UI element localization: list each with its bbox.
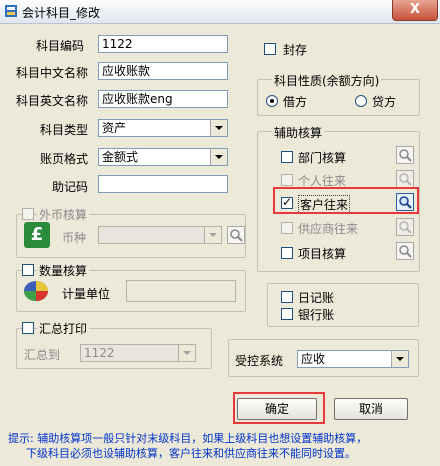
mnemonic-label: 助记码	[52, 180, 89, 194]
close-button[interactable]: X	[392, 0, 438, 21]
foreign-checkbox[interactable]	[22, 208, 34, 220]
summary-to-value: 1122	[84, 346, 115, 360]
code-label: 科目编码	[36, 39, 85, 53]
cn-name-label: 科目中文名称	[16, 66, 89, 80]
magnifier-icon	[399, 221, 412, 234]
currency-label: 币种	[62, 231, 87, 245]
quantity-icon	[24, 281, 48, 301]
mnemonic-input[interactable]	[98, 175, 228, 193]
debit-radio[interactable]	[266, 95, 278, 107]
magnifier-icon	[399, 245, 412, 258]
nature-group-title: 科目性质(余额方向)	[272, 72, 382, 89]
controlled-value: 应收	[301, 352, 326, 366]
quantity-checkbox[interactable]	[22, 264, 34, 276]
quantity-title: 数量核算	[37, 262, 90, 279]
code-input[interactable]: 1122	[98, 35, 228, 53]
magnifier-icon	[399, 173, 412, 186]
credit-radio[interactable]	[355, 95, 367, 107]
chevron-down-icon[interactable]	[210, 120, 227, 136]
aux-project-label: 项目核算	[298, 247, 347, 261]
journal-label: 日记账	[298, 291, 335, 305]
close-icon: X	[409, 2, 421, 17]
aux-project-checkbox[interactable]	[281, 247, 293, 259]
currency-icon: £	[24, 222, 50, 248]
aux-supplier-lookup-button[interactable]	[396, 218, 414, 236]
en-name-label: 科目英文名称	[16, 94, 89, 108]
aux-supplier-label: 供应商往来	[298, 222, 359, 236]
bank-checkbox[interactable]	[281, 308, 293, 320]
aux-personal-checkbox[interactable]	[281, 174, 293, 186]
currency-select[interactable]	[98, 226, 222, 244]
aux-dept-lookup-button[interactable]	[396, 146, 414, 164]
aux-supplier-checkbox[interactable]	[281, 222, 293, 234]
summary-to-label: 汇总到	[24, 348, 61, 362]
sealed-label: 封存	[283, 43, 308, 57]
aux-dept-checkbox[interactable]	[281, 151, 293, 163]
aux-group-title: 辅助核算	[272, 124, 325, 141]
type-select[interactable]: 资产	[98, 119, 228, 137]
cn-name-input[interactable]: 应收账款	[98, 62, 228, 80]
currency-lookup-button[interactable]	[227, 226, 245, 244]
type-label: 科目类型	[40, 123, 89, 137]
chevron-down-icon[interactable]	[204, 227, 221, 243]
chevron-down-icon[interactable]	[178, 345, 195, 361]
controlled-select[interactable]: 应收	[297, 350, 409, 368]
en-name-input[interactable]: 应收账款eng	[98, 90, 228, 108]
chevron-down-icon[interactable]	[391, 351, 408, 367]
foreign-title: 外币核算	[37, 206, 90, 223]
unit-input[interactable]	[126, 280, 236, 302]
bank-label: 银行账	[298, 308, 335, 322]
tip-line-2: 下级科目必须也设辅助核算，客户往来和供应商往来不能同时设置。	[26, 447, 356, 460]
app-icon	[5, 5, 17, 17]
page-format-label: 账页格式	[40, 152, 89, 166]
magnifier-icon	[399, 149, 412, 162]
tip-line-1: 提示: 辅助核算项一般只针对末级科目，如果上级科目也想设置辅助核算，	[8, 432, 368, 445]
unit-label: 计量单位	[62, 287, 111, 301]
sealed-checkbox[interactable]	[264, 43, 276, 55]
type-value: 资产	[102, 121, 127, 135]
journal-checkbox[interactable]	[281, 291, 293, 303]
controlled-label: 受控系统	[235, 354, 284, 368]
aux-personal-lookup-button[interactable]	[396, 170, 414, 188]
books-group	[267, 283, 419, 327]
credit-label: 贷方	[372, 95, 397, 109]
customer-highlight-box	[273, 187, 419, 214]
page-format-value: 金额式	[102, 150, 139, 164]
cancel-button[interactable]: 取消	[334, 398, 408, 420]
page-format-select[interactable]: 金额式	[98, 148, 228, 166]
aux-dept-label: 部门核算	[298, 151, 347, 165]
summary-checkbox[interactable]	[22, 322, 34, 334]
summary-title: 汇总打印	[37, 320, 90, 337]
title-bar: 会计科目_修改 X	[0, 0, 440, 24]
magnifier-icon	[230, 229, 243, 242]
account-edit-dialog: 会计科目_修改 X 科目编码 1122 科目中文名称 应收账款 科目英文名称 应…	[0, 0, 440, 466]
ok-highlight-box	[233, 392, 325, 424]
chevron-down-icon[interactable]	[210, 149, 227, 165]
debit-label: 借方	[283, 95, 308, 109]
summary-to-select[interactable]: 1122	[80, 344, 196, 362]
window-title: 会计科目_修改	[22, 6, 101, 20]
aux-project-lookup-button[interactable]	[396, 242, 414, 260]
